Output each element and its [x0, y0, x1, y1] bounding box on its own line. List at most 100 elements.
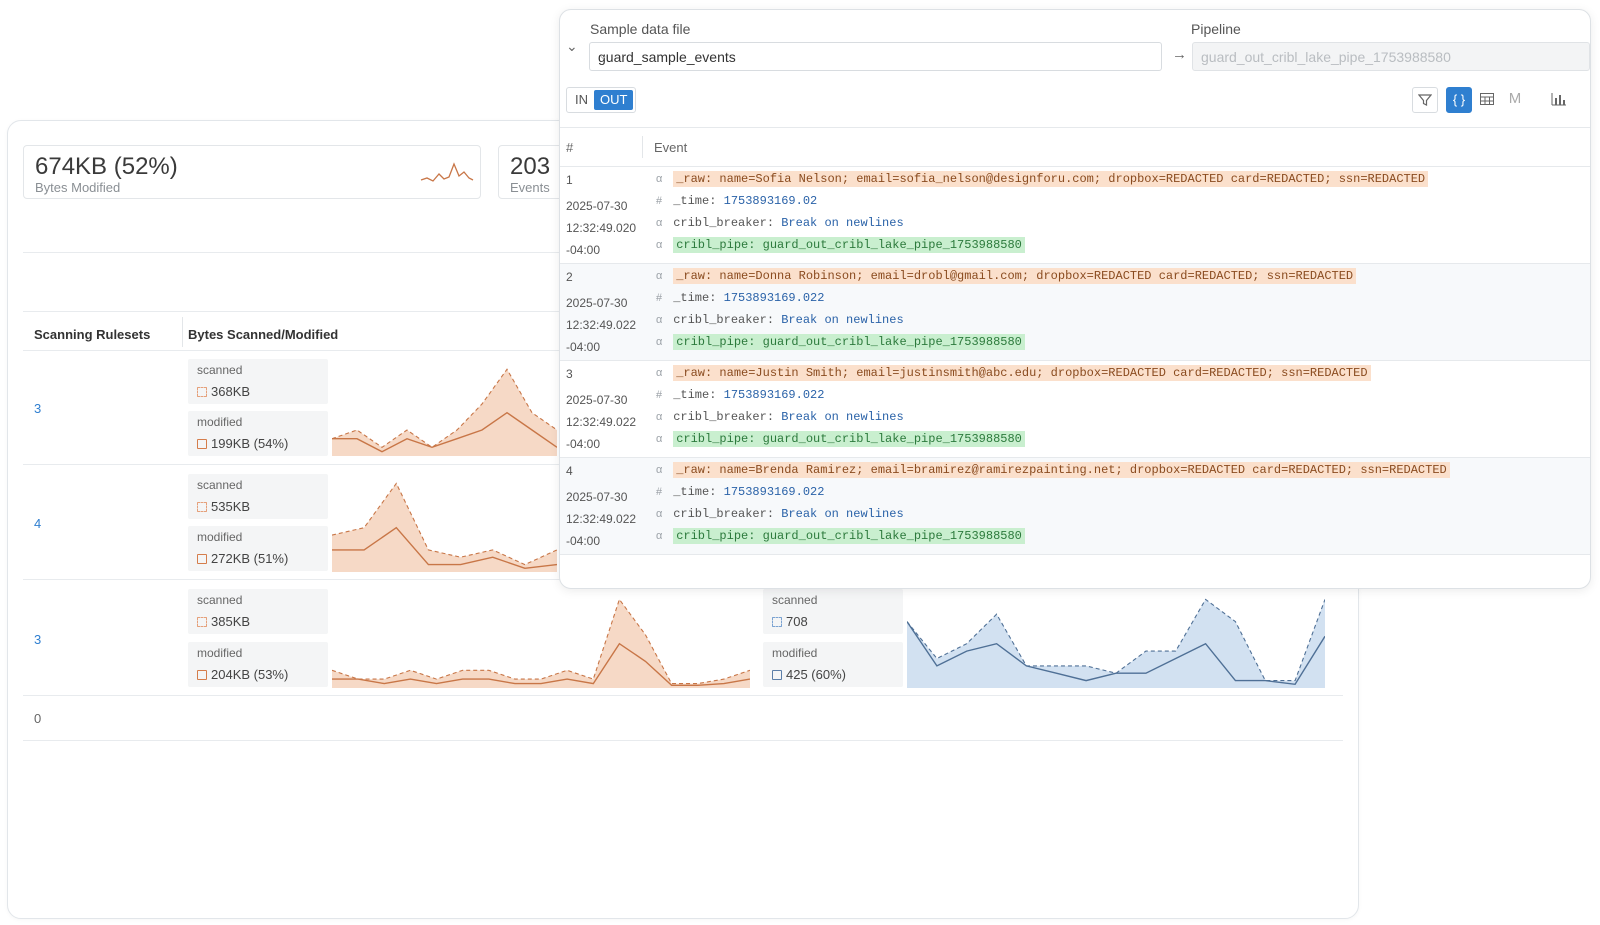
field-raw[interactable]: α _raw: name=Justin Smith; email=justins…	[652, 364, 1371, 382]
row-3-scanned-stat: scanned 385KB	[188, 589, 328, 634]
string-type-icon: α	[655, 218, 663, 230]
mode-in-button[interactable]: IN	[569, 90, 594, 110]
table-icon[interactable]	[1474, 87, 1500, 113]
row-3-bytes-chart	[332, 598, 750, 688]
event-time: 12:32:49.022	[566, 318, 637, 332]
string-type-icon: α	[655, 465, 663, 477]
row-3-modified-stat: modified 204KB (53%)	[188, 642, 328, 687]
braces-icon[interactable]: { }	[1446, 87, 1472, 113]
filter-icon[interactable]	[1412, 87, 1438, 113]
bytes-modified-label: Bytes Modified	[35, 180, 121, 195]
event-time: 12:32:49.022	[566, 415, 637, 429]
event-time: 12:32:49.022	[566, 512, 637, 526]
bar-chart-icon[interactable]	[1546, 87, 1572, 113]
event-date: 2025-07-30	[566, 296, 628, 310]
in-out-toggle[interactable]: IN OUT	[566, 87, 637, 113]
string-type-icon: α	[655, 240, 663, 252]
sample-file-select[interactable]: guard_sample_events ⌄	[589, 42, 1162, 71]
modified-legend-icon	[197, 669, 207, 680]
bytes-modified-value: 674KB (52%)	[35, 153, 178, 180]
string-type-icon: α	[655, 509, 663, 521]
data-preview-panel: ⌄ Sample data file guard_sample_events ⌄…	[559, 9, 1591, 589]
row-3-events-chart	[907, 598, 1325, 688]
event-time: 12:32:49.020	[566, 221, 637, 235]
events-value: 203	[510, 153, 551, 180]
event-date: 2025-07-30	[566, 490, 628, 504]
col-scanning-rulesets[interactable]: Scanning Rulesets	[34, 327, 150, 342]
field-breaker[interactable]: α cribl_breaker: Break on newlines	[652, 214, 904, 232]
string-type-icon: α	[655, 174, 663, 186]
event-row[interactable]: 1 2025-07-30 12:32:49.020 -04:00 α _raw: nam…	[560, 167, 1590, 264]
modified-legend-icon	[197, 553, 207, 564]
modified-legend-icon	[197, 438, 207, 449]
number-type-icon: #	[655, 390, 663, 402]
field-breaker[interactable]: α cribl_breaker: Break on newlines	[652, 408, 904, 426]
event-timezone: -04:00	[566, 437, 601, 451]
row-1-modified-stat: modified 199KB (54%)	[188, 411, 328, 456]
scanned-legend-icon	[197, 616, 207, 627]
event-row[interactable]: 3 2025-07-30 12:32:49.022 -04:00 α _raw: nam…	[560, 361, 1590, 458]
event-number: 1	[566, 173, 573, 187]
number-type-icon: #	[655, 293, 663, 305]
row-1-rulesets-link[interactable]: 3	[34, 401, 41, 416]
chevron-down-icon: ⌄	[598, 48, 609, 62]
pipeline-label: Pipeline	[1191, 21, 1241, 37]
event-date: 2025-07-30	[566, 199, 628, 213]
field-raw[interactable]: α _raw: name=Sofia Nelson; email=sofia_n…	[652, 170, 1429, 188]
arrow-right-icon: →	[1172, 46, 1187, 63]
field-time[interactable]: # _time: 1753893169.022	[652, 386, 825, 404]
field-time[interactable]: # _time: 1753893169.022	[652, 483, 825, 501]
events-scanned-legend-icon	[772, 616, 782, 627]
sample-file-label: Sample data file	[590, 21, 691, 37]
collapse-chevron-icon[interactable]: ⌄	[566, 38, 578, 55]
scanned-area	[332, 599, 750, 688]
string-type-icon: α	[655, 271, 663, 283]
number-type-icon: #	[655, 487, 663, 499]
row-3-rulesets-link[interactable]: 3	[34, 632, 41, 647]
col-event: Event	[654, 140, 688, 155]
field-time[interactable]: # _time: 1753893169.02	[652, 192, 818, 210]
event-timezone: -04:00	[566, 340, 601, 354]
event-number: 4	[566, 464, 573, 478]
row-2-rulesets-link[interactable]: 4	[34, 516, 41, 531]
field-breaker[interactable]: α cribl_breaker: Break on newlines	[652, 311, 904, 329]
scanned-legend-icon	[197, 501, 207, 512]
string-type-icon: α	[655, 368, 663, 380]
string-type-icon: α	[655, 412, 663, 424]
string-type-icon: α	[655, 531, 663, 543]
field-pipe[interactable]: α cribl_pipe: guard_out_cribl_lake_pipe_…	[652, 236, 1025, 254]
mode-out-button[interactable]: OUT	[594, 90, 634, 110]
event-row[interactable]: 4 2025-07-30 12:32:49.022 -04:00 α _raw: nam…	[560, 458, 1590, 555]
col-number: #	[566, 140, 574, 155]
row-2-modified-stat: modified 272KB (51%)	[188, 526, 328, 571]
row-2-scanned-stat: scanned 535KB	[188, 474, 328, 519]
string-type-icon: α	[655, 315, 663, 327]
row-4-rulesets-link[interactable]: 0	[34, 711, 41, 726]
event-date: 2025-07-30	[566, 393, 628, 407]
row-3-events-modified-stat: modified 425 (60%)	[763, 642, 903, 687]
scanned-line	[332, 598, 750, 685]
field-time[interactable]: # _time: 1753893169.022	[652, 289, 825, 307]
event-timezone: -04:00	[566, 534, 601, 548]
number-type-icon: #	[655, 196, 663, 208]
field-raw[interactable]: α _raw: name=Donna Robinson; email=drobl…	[652, 267, 1357, 285]
event-row[interactable]: 2 2025-07-30 12:32:49.022 -04:00 α _raw: nam…	[560, 264, 1590, 361]
event-number: 2	[566, 270, 573, 284]
row-2-bytes-chart	[332, 482, 557, 572]
field-pipe[interactable]: α cribl_pipe: guard_out_cribl_lake_pipe_…	[652, 527, 1025, 545]
row-3-events-scanned-stat: scanned 708	[763, 589, 903, 634]
field-pipe[interactable]: α cribl_pipe: guard_out_cribl_lake_pipe_…	[652, 333, 1025, 351]
markdown-m-icon[interactable]: M	[1502, 87, 1528, 113]
field-pipe[interactable]: α cribl_pipe: guard_out_cribl_lake_pipe_…	[652, 430, 1025, 448]
col-bytes-scanned-modified[interactable]: Bytes Scanned/Modified	[188, 327, 338, 342]
string-type-icon: α	[655, 434, 663, 446]
bytes-sparkline	[420, 162, 474, 182]
field-raw[interactable]: α _raw: name=Brenda Ramirez; email=brami…	[652, 461, 1450, 479]
events-modified-legend-icon	[772, 669, 782, 680]
events-table-header: # Event	[560, 127, 1590, 167]
field-breaker[interactable]: α cribl_breaker: Break on newlines	[652, 505, 904, 523]
events-label: Events	[510, 180, 550, 195]
event-number: 3	[566, 367, 573, 381]
row-1-scanned-stat: scanned 368KB	[188, 359, 328, 404]
string-type-icon: α	[655, 337, 663, 349]
